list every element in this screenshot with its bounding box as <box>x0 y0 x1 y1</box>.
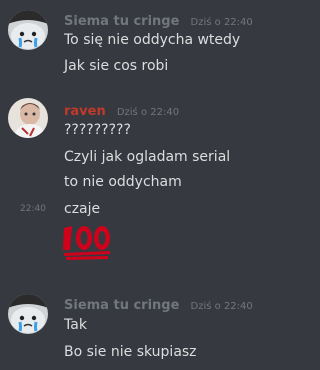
message-timestamp: Dziś o 22:40 <box>190 17 253 28</box>
message-text: Czyli jak ogladam serial <box>64 149 231 165</box>
message-text: Jak sie cos robi <box>64 58 169 74</box>
message-text: czaje <box>64 201 101 217</box>
raven-avatar-icon[interactable] <box>8 98 48 138</box>
crying-blob-avatar-icon[interactable] <box>8 10 48 50</box>
author-name[interactable]: Siema tu cringe <box>64 298 179 313</box>
message-text: Bo sie nie skupiasz <box>64 344 197 360</box>
100-emoji-icon[interactable] <box>62 224 114 264</box>
message-text: ????????? <box>64 122 131 138</box>
message-timestamp: Dziś o 22:40 <box>190 301 253 312</box>
author-name[interactable]: raven <box>64 104 106 119</box>
crying-blob-avatar-icon[interactable] <box>8 294 48 334</box>
chat-messages: Siema tu cringe Dziś o 22:40 To się nie … <box>0 0 265 370</box>
message-text: Tak <box>64 317 87 333</box>
message-timestamp: Dziś o 22:40 <box>116 107 180 118</box>
hover-timestamp: 22:40 <box>20 204 46 214</box>
message-text: to nie oddycham <box>64 174 182 190</box>
author-name[interactable]: Siema tu cringe <box>64 14 179 29</box>
message-text: To się nie oddycha wtedy <box>64 32 241 48</box>
